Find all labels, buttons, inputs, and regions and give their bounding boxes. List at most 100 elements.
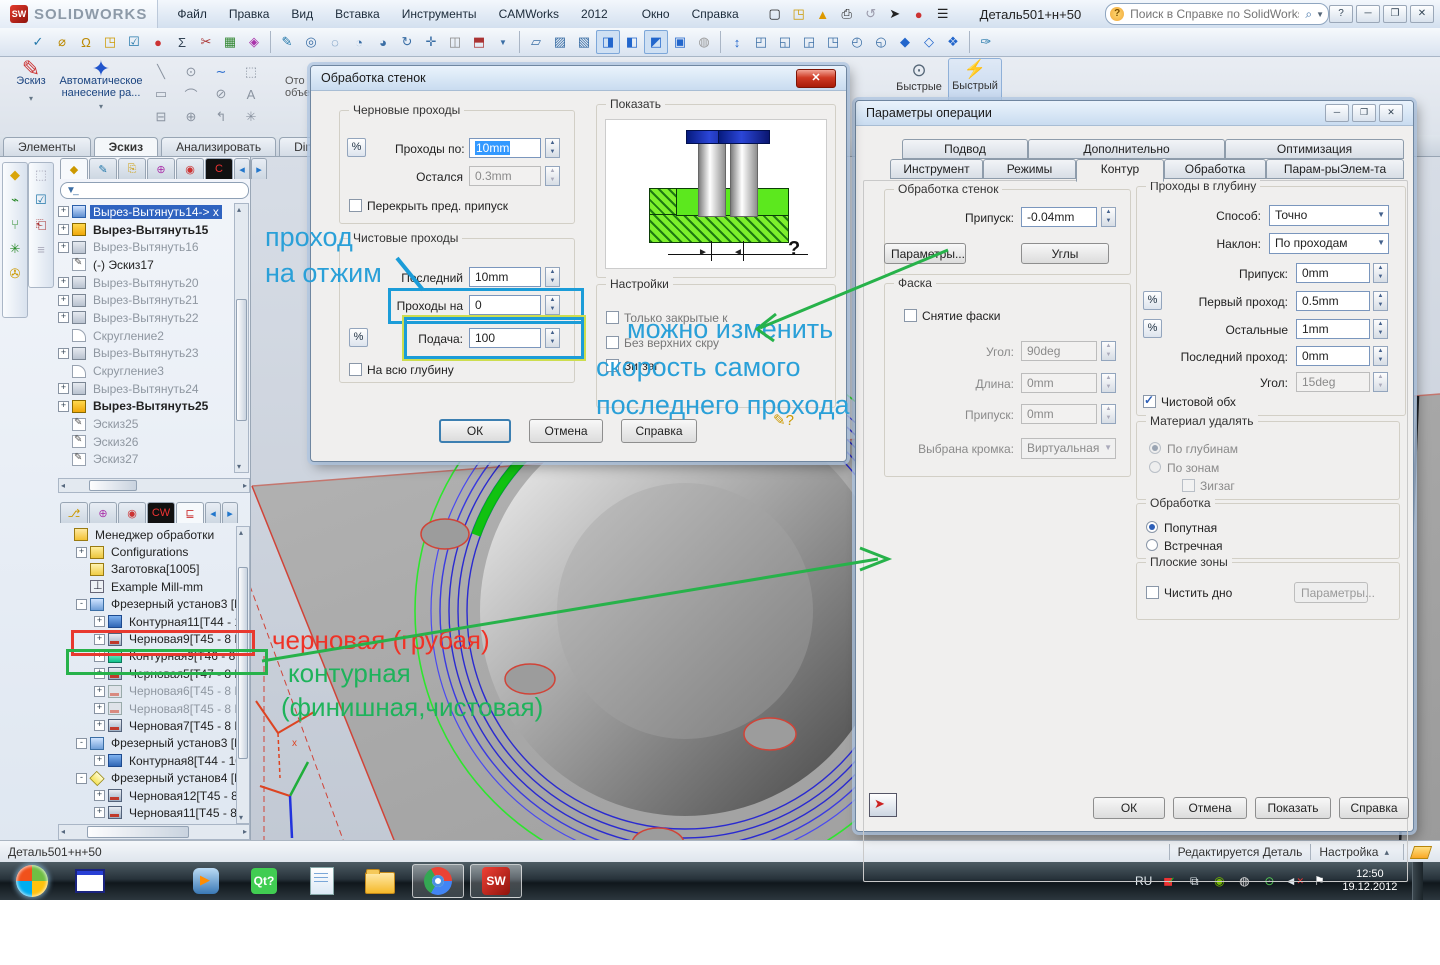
centerline-icon[interactable]: ⌁ bbox=[11, 192, 19, 208]
traffic-light-icon[interactable]: ● bbox=[146, 30, 170, 54]
undo-icon[interactable]: ↺ bbox=[860, 3, 882, 25]
new-document-icon[interactable]: ▢ bbox=[764, 3, 786, 25]
cw-tab[interactable]: C bbox=[205, 158, 233, 179]
method-dropdown[interactable]: Точно bbox=[1269, 205, 1389, 226]
menu-item[interactable]: Инструменты bbox=[391, 1, 488, 28]
last-pass-input[interactable]: 0mm bbox=[1296, 346, 1370, 366]
camworks-operation-tab[interactable]: ⊑ bbox=[176, 502, 204, 523]
scroll-down-icon[interactable]: ▾ bbox=[239, 813, 243, 822]
view-cube-front-icon[interactable]: ◰ bbox=[749, 30, 773, 54]
scroll-right-icon[interactable]: ▸ bbox=[251, 158, 267, 179]
allowance-spinner[interactable]: ▲ ▼ bbox=[1101, 207, 1116, 227]
save-warning-icon[interactable]: ▲ bbox=[812, 3, 834, 25]
expand-toggle-icon[interactable]: + bbox=[58, 383, 69, 395]
wall-params-button[interactable]: Параметры... bbox=[884, 243, 966, 264]
explorer-folder-icon[interactable] bbox=[354, 864, 406, 898]
minimize-button[interactable]: ─ bbox=[1356, 5, 1380, 23]
expand-toggle-icon[interactable]: - bbox=[76, 598, 87, 610]
last-pass-spinner[interactable]: ▲ ▼ bbox=[545, 267, 560, 287]
feature-tree-item[interactable]: + Вырез-Вытянуть20 bbox=[58, 274, 234, 292]
closed-only-checkbox[interactable] bbox=[606, 311, 619, 324]
dialog-title-bar[interactable]: Параметры операции ─ ❐ ✕ bbox=[856, 101, 1413, 126]
scroll-left-icon[interactable]: ◂ bbox=[61, 481, 65, 490]
scroll-right-icon[interactable]: ▸ bbox=[243, 827, 247, 836]
check-document-icon[interactable]: ☑ bbox=[122, 30, 146, 54]
expand-toggle-icon[interactable]: + bbox=[94, 616, 105, 628]
view-cube-top-icon[interactable]: ◴ bbox=[845, 30, 869, 54]
document-question-icon[interactable]: ⎗ bbox=[36, 217, 46, 233]
table-preview-icon[interactable]: ➤ bbox=[869, 793, 897, 817]
search-input[interactable] bbox=[1128, 6, 1302, 22]
feature-tree-item[interactable]: Скругление3 bbox=[58, 362, 234, 380]
feature-tree-item[interactable]: Эскиз27 bbox=[58, 451, 234, 469]
material-icon[interactable]: ✂ bbox=[194, 30, 218, 54]
mass-properties-icon[interactable]: Ω bbox=[74, 30, 98, 54]
corners-button[interactable]: Углы bbox=[1021, 243, 1109, 264]
appearances-tab[interactable]: ◉ bbox=[118, 502, 146, 523]
expand-toggle-icon[interactable]: + bbox=[94, 790, 105, 802]
cam-tree-item[interactable]: Заготовка[1005] bbox=[58, 561, 238, 578]
solidworks-taskbar-icon[interactable] bbox=[470, 864, 522, 898]
hidden-lines-removed-icon[interactable]: ▧ bbox=[572, 30, 596, 54]
feature-tree-tab[interactable]: ⎇ bbox=[60, 502, 88, 523]
cam-tree-item[interactable]: + Черновая11[T45 - 8 k bbox=[58, 804, 238, 821]
options-list-icon[interactable]: ☰ bbox=[932, 3, 954, 25]
tag-icon[interactable] bbox=[1409, 845, 1433, 859]
cam-tree-item[interactable]: + Черновая8[T45 - 8 Ko bbox=[58, 700, 238, 717]
appearance-icon[interactable]: ▣ bbox=[668, 30, 692, 54]
allowance-input[interactable]: -0.04mm bbox=[1021, 207, 1097, 227]
show-button[interactable]: Показать bbox=[1255, 797, 1331, 819]
scroll-left-icon[interactable]: ◂ bbox=[205, 502, 221, 523]
rest-passes-spinner[interactable]: ▲ ▼ bbox=[1373, 319, 1388, 339]
feature-tree-item[interactable]: + Вырез-Вытянуть16 bbox=[58, 238, 234, 256]
parameter-tab[interactable]: Инструмент bbox=[890, 159, 983, 179]
chamfer-checkbox[interactable] bbox=[904, 309, 917, 322]
expand-toggle-icon[interactable]: + bbox=[58, 294, 69, 306]
cmd-window-icon[interactable] bbox=[64, 864, 116, 898]
command-tab[interactable]: Эскиз bbox=[93, 137, 159, 156]
no-top-fillets-checkbox[interactable] bbox=[606, 336, 619, 349]
expand-toggle-icon[interactable]: + bbox=[58, 206, 69, 218]
hidden-lines-visible-icon[interactable]: ▨ bbox=[548, 30, 572, 54]
configuration-tab[interactable]: ⎘ bbox=[118, 158, 146, 179]
scroll-up-icon[interactable]: ▴ bbox=[237, 205, 241, 214]
cam-tree-item[interactable]: + Черновая12[T45 - 8 K bbox=[58, 787, 238, 804]
last-pass-spinner[interactable]: ▲ ▼ bbox=[1373, 346, 1388, 366]
feature-tree-item[interactable]: Эскиз26 bbox=[58, 433, 234, 451]
selection-box-icon[interactable]: ⬚ bbox=[236, 61, 266, 82]
rest-passes-input[interactable]: 1mm bbox=[1296, 319, 1370, 339]
parameter-tab[interactable]: Оптимизация bbox=[1225, 139, 1404, 159]
search-icon[interactable]: ⌕ bbox=[1305, 7, 1312, 22]
cam-tree-item[interactable]: + Черновая6[T45 - 8 Ko bbox=[58, 683, 238, 700]
command-tab[interactable]: Анализировать bbox=[161, 137, 277, 156]
sketch-tool-icon[interactable]: ✎ bbox=[275, 30, 299, 54]
percent-toggle-button[interactable]: % bbox=[347, 138, 366, 157]
auto-dimension-ribbon-button[interactable]: ✦ Автоматическое нанесение ра... ▾ bbox=[58, 58, 144, 113]
command-tab[interactable]: Элементы bbox=[3, 137, 91, 156]
cam-tree-item[interactable]: + Контурная8[T44 - 10 bbox=[58, 752, 238, 769]
parameter-tab[interactable]: Подвод bbox=[902, 139, 1028, 159]
menu-item[interactable]: Окно bbox=[631, 1, 681, 28]
expand-toggle-icon[interactable]: - bbox=[76, 772, 87, 784]
cam-tree-item[interactable]: - Фрезерный установ4 [Гр bbox=[58, 769, 238, 786]
feature-tree-item[interactable]: (-) Эскиз17 bbox=[58, 256, 234, 274]
media-player-icon[interactable] bbox=[180, 864, 232, 898]
overlap-checkbox[interactable] bbox=[349, 199, 362, 212]
view-cube-bottom-icon[interactable]: ◵ bbox=[869, 30, 893, 54]
text-tool-icon[interactable]: A bbox=[236, 82, 266, 106]
percent-toggle-button[interactable]: % bbox=[349, 328, 368, 347]
cam-tree-item[interactable]: + Контурная11[T44 - 10 bbox=[58, 613, 238, 630]
close-icon[interactable]: ✕ bbox=[1379, 104, 1403, 122]
clean-bottom-checkbox[interactable] bbox=[1146, 586, 1159, 599]
feature-tree-item[interactable]: + Вырез-Вытянуть21 bbox=[58, 291, 234, 309]
cam-tree-item[interactable]: + Configurations bbox=[58, 543, 238, 560]
restore-button[interactable]: ❐ bbox=[1383, 5, 1407, 23]
asterisk-point-icon[interactable]: ✳ bbox=[10, 241, 21, 257]
cam-tree-item[interactable]: - Фрезерный установ3 [Гр bbox=[58, 596, 238, 613]
attach-icon[interactable]: ✇ bbox=[10, 266, 21, 282]
line-tool-icon[interactable]: ╲ bbox=[146, 61, 176, 82]
select-cursor-icon[interactable]: ➤ bbox=[884, 3, 906, 25]
maximize-icon[interactable]: ❐ bbox=[1352, 104, 1376, 122]
shaded-icon[interactable]: ◧ bbox=[620, 30, 644, 54]
fillet-tool-icon[interactable]: ↰ bbox=[206, 106, 236, 127]
